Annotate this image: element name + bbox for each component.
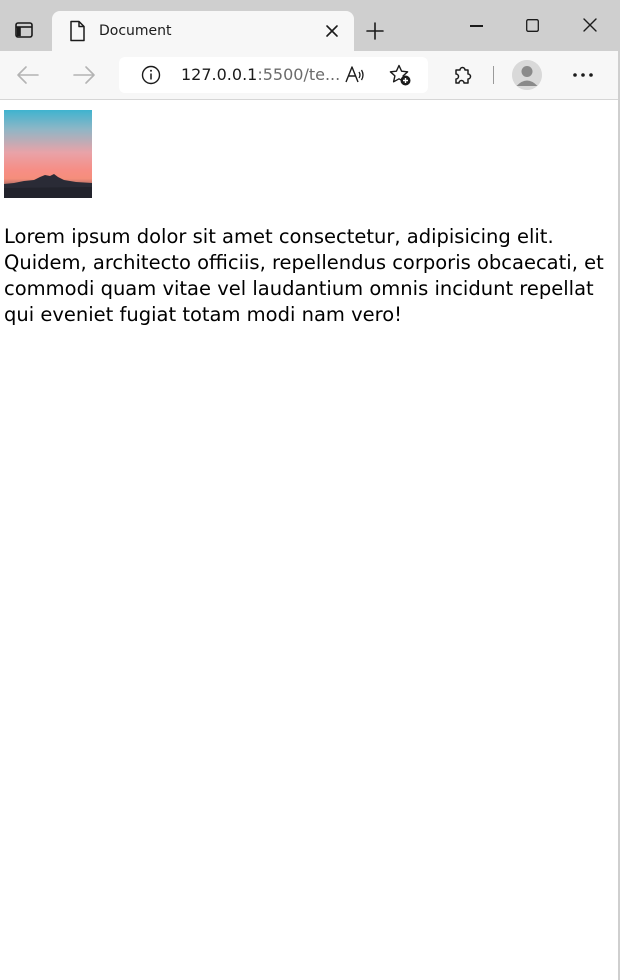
- arrow-right-icon[interactable]: [72, 65, 96, 85]
- url-path: :5500/te...: [257, 65, 341, 84]
- minimize-button[interactable]: [470, 25, 483, 27]
- maximize-button[interactable]: [526, 19, 539, 32]
- plus-icon[interactable]: [365, 21, 385, 41]
- toolbar-separator: [493, 66, 494, 84]
- star-plus-icon[interactable]: [388, 63, 412, 87]
- avatar-icon[interactable]: [512, 60, 542, 90]
- toolbar: 127.0.0.1:5500/te...: [0, 51, 618, 100]
- arrow-left-icon[interactable]: [16, 65, 40, 85]
- read-aloud-icon[interactable]: [344, 64, 366, 86]
- tab-document[interactable]: Document: [52, 11, 354, 51]
- url-host: 127.0.0.1: [181, 65, 258, 84]
- page-content: Lorem ipsum dolor sit amet consectetur, …: [0, 100, 618, 980]
- document-icon: [70, 20, 85, 42]
- url-text[interactable]: 127.0.0.1:5500/te...: [181, 65, 340, 85]
- lorem-paragraph: Lorem ipsum dolor sit amet consectetur, …: [4, 225, 604, 326]
- close-icon[interactable]: [324, 23, 340, 39]
- info-icon[interactable]: [141, 65, 161, 85]
- address-bar[interactable]: 127.0.0.1:5500/te...: [119, 57, 428, 93]
- title-bar: Document: [0, 0, 618, 51]
- sunset-image: [4, 110, 92, 198]
- sidebar-toggle-icon[interactable]: [14, 20, 34, 40]
- window-close-button[interactable]: [583, 18, 597, 32]
- browser-window: Document 127.0.0.1:5500/te... Lorem ipsu…: [0, 0, 620, 980]
- puzzle-icon[interactable]: [452, 64, 474, 86]
- ellipsis-icon[interactable]: [572, 72, 594, 78]
- tab-title: Document: [99, 23, 172, 39]
